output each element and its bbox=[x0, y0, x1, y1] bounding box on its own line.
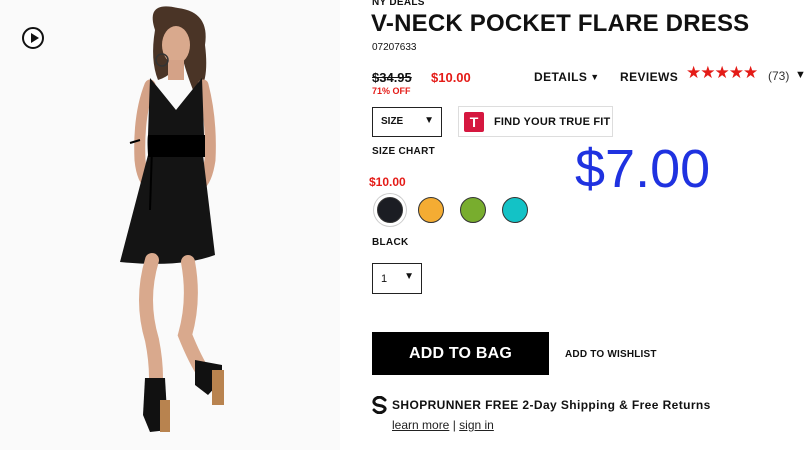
swatch-price: $10.00 bbox=[369, 175, 406, 189]
details-tab[interactable]: DETAILS ▼ bbox=[534, 70, 600, 84]
shoprunner-text: SHOPRUNNER FREE 2-Day Shipping & Free Re… bbox=[392, 398, 711, 412]
discount-badge: 71% OFF bbox=[372, 86, 411, 96]
link-separator: | bbox=[452, 418, 456, 432]
learn-more-link[interactable]: learn more bbox=[392, 418, 449, 432]
true-fit-logo-icon: T bbox=[464, 112, 484, 132]
play-video-button[interactable] bbox=[22, 27, 44, 49]
size-select-value: SIZE bbox=[381, 116, 404, 127]
brand-label[interactable]: NY DEALS bbox=[372, 0, 425, 8]
chevron-down-icon: ▼ bbox=[590, 72, 600, 82]
color-swatch-black[interactable] bbox=[377, 197, 403, 223]
chevron-down-icon[interactable]: ▼ bbox=[795, 69, 805, 81]
original-price: $34.95 bbox=[372, 70, 412, 85]
play-icon bbox=[31, 33, 39, 43]
shoprunner-links: learn more | sign in bbox=[392, 418, 494, 432]
shoprunner-logo-icon bbox=[372, 396, 387, 414]
quantity-select[interactable]: 1 ▼ bbox=[372, 263, 422, 294]
reviews-tab[interactable]: REVIEWS bbox=[620, 70, 678, 84]
color-swatch-orange[interactable] bbox=[418, 197, 444, 223]
product-sku: 07207633 bbox=[372, 42, 417, 53]
product-title: V-NECK POCKET FLARE DRESS bbox=[371, 10, 750, 37]
true-fit-button[interactable]: T FIND YOUR TRUE FIT bbox=[458, 106, 613, 137]
chevron-down-icon: ▼ bbox=[404, 271, 414, 282]
overlay-price-text: $7.00 bbox=[575, 139, 711, 199]
details-label: DETAILS bbox=[534, 70, 588, 84]
add-to-bag-button[interactable]: ADD TO BAG bbox=[372, 332, 549, 375]
review-count[interactable]: (73) bbox=[768, 69, 789, 83]
size-select[interactable]: SIZE ▼ bbox=[372, 107, 442, 137]
quantity-value: 1 bbox=[381, 273, 388, 285]
color-swatch-teal[interactable] bbox=[502, 197, 528, 223]
add-to-wishlist-link[interactable]: ADD TO WISHLIST bbox=[565, 349, 657, 360]
model-illustration bbox=[120, 6, 224, 432]
chevron-down-icon: ▼ bbox=[424, 115, 434, 126]
reviews-label: REVIEWS bbox=[620, 70, 679, 84]
sale-price: $10.00 bbox=[431, 70, 471, 85]
sign-in-link[interactable]: sign in bbox=[459, 418, 494, 432]
size-chart-link[interactable]: SIZE CHART bbox=[372, 146, 435, 157]
selected-color-name: BLACK bbox=[372, 237, 409, 248]
true-fit-label: FIND YOUR TRUE FIT bbox=[494, 116, 611, 128]
color-swatch-green[interactable] bbox=[460, 197, 486, 223]
product-image[interactable] bbox=[0, 0, 340, 450]
star-rating-icon[interactable]: ★★★★★ bbox=[686, 63, 758, 83]
